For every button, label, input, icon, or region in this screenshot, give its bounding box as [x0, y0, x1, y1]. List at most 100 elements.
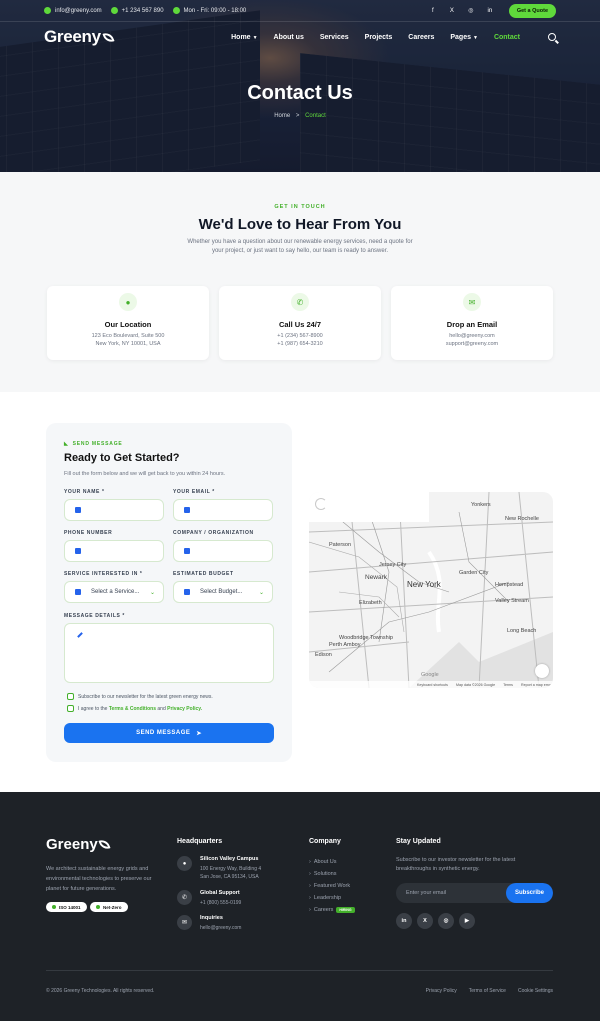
- breadcrumb-home[interactable]: Home: [274, 113, 290, 119]
- google-logo: Google: [421, 672, 439, 678]
- terms-checkbox[interactable]: [67, 705, 74, 712]
- location-pin-icon: ●: [119, 293, 137, 311]
- form-lead: Fill out the form below and we will get …: [64, 471, 226, 477]
- email-label: YOUR EMAIL *: [173, 489, 215, 495]
- contact-form: ◣ SEND MESSAGE Ready to Get Started? Fill…: [46, 423, 292, 762]
- footer-link-leadership[interactable]: › Leadership: [309, 892, 355, 904]
- x-twitter-icon[interactable]: X: [417, 913, 433, 929]
- stay-updated-heading: Stay Updated: [396, 838, 441, 845]
- chevron-right-icon: ›: [309, 895, 311, 901]
- chevron-right-icon: ›: [309, 883, 311, 889]
- message-textarea[interactable]: [64, 623, 274, 683]
- contact-info-section: GET IN TOUCH We'd Love to Hear From You …: [0, 172, 600, 392]
- terms-link[interactable]: Terms: [503, 683, 513, 687]
- nav-item-home[interactable]: Home ▼: [231, 34, 257, 41]
- user-icon: [75, 507, 81, 513]
- location-map[interactable]: Yonkers New Rochelle Paterson Newark New…: [309, 492, 553, 688]
- newsletter-description: Subscribe to our investor newsletter for…: [396, 857, 516, 872]
- map-label: Woodbridge Township: [339, 635, 393, 641]
- newsletter-checkbox[interactable]: [67, 693, 74, 700]
- cookie-settings-link[interactable]: Cookie Settings: [518, 988, 553, 994]
- top-bar: info@greeny.com +1 234 567 890 Mon - Fri…: [0, 0, 600, 22]
- building-icon: [184, 548, 190, 554]
- company-label: COMPANY / ORGANIZATION: [173, 530, 254, 536]
- chevron-right-icon: ›: [309, 859, 311, 865]
- breadcrumb-separator: >: [295, 113, 300, 119]
- service-select[interactable]: Select a Service... ⌄: [64, 581, 164, 603]
- map-recenter-button[interactable]: [535, 664, 549, 678]
- newsletter-email-input[interactable]: Enter your email: [396, 883, 506, 903]
- name-input[interactable]: [64, 499, 164, 521]
- card-lines: +1 (234) 567-8900 +1 (987) 654-3210: [277, 333, 323, 347]
- newsletter-checkbox-row[interactable]: Subscribe to our newsletter for the late…: [67, 693, 213, 700]
- name-label: YOUR NAME *: [64, 489, 105, 495]
- copyright: © 2026 Greeny Technologies. All rights r…: [46, 988, 155, 994]
- map-label: New York: [407, 580, 441, 589]
- phone-icon: [75, 548, 81, 554]
- youtube-icon[interactable]: ▶: [459, 913, 475, 929]
- topbar-hours: Mon - Fri: 09:00 - 18:00: [172, 7, 246, 14]
- footer-socials: in X ◎ ▶: [396, 913, 475, 929]
- leaf-icon: [98, 837, 111, 852]
- report-error-link[interactable]: Report a map error: [521, 683, 551, 687]
- privacy-policy-link[interactable]: Privacy Policy: [426, 988, 457, 994]
- get-quote-button[interactable]: Get a Quote: [508, 3, 556, 18]
- map-label: Elizabeth: [359, 600, 382, 606]
- pen-icon: [77, 632, 83, 638]
- hero-banner: info@greeny.com +1 234 567 890 Mon - Fri…: [0, 0, 600, 172]
- map-label: New Rochelle: [505, 516, 539, 522]
- chevron-right-icon: ›: [309, 871, 311, 877]
- leaf-icon: [102, 30, 115, 44]
- map-label: Valley Stream: [495, 598, 529, 604]
- budget-icon: [184, 589, 190, 595]
- nav-item-contact[interactable]: Contact: [494, 34, 520, 41]
- email-input[interactable]: [173, 499, 273, 521]
- instagram-icon[interactable]: ◎: [438, 913, 454, 929]
- subscribe-button[interactable]: Subscribe: [506, 883, 553, 903]
- site-footer: Greeny We architect sustainable energy g…: [0, 792, 600, 1021]
- instagram-icon[interactable]: ◎: [467, 7, 475, 14]
- map-label: Hempstead: [495, 582, 524, 588]
- linkedin-icon[interactable]: in: [486, 8, 494, 14]
- chevron-down-icon: ⌄: [258, 589, 264, 596]
- search-icon[interactable]: [548, 33, 556, 41]
- email-icon: ✉: [177, 915, 192, 930]
- footer-link-featured[interactable]: › Featured Work: [309, 880, 355, 892]
- paper-plane-icon: ➤: [196, 730, 202, 737]
- mail-icon: [44, 7, 51, 14]
- site-logo[interactable]: Greeny: [44, 27, 115, 47]
- topbar-phone[interactable]: +1 234 567 890: [110, 7, 164, 14]
- footer-link-solutions[interactable]: › Solutions: [309, 868, 355, 880]
- topbar-email[interactable]: info@greeny.com: [44, 7, 102, 14]
- send-icon: ◣: [64, 441, 69, 447]
- footer-link-careers[interactable]: › Careers HIRING: [309, 904, 355, 916]
- nav-item-projects[interactable]: Projects: [365, 34, 393, 41]
- facebook-icon[interactable]: f: [429, 8, 437, 14]
- location-pin-icon: ●: [177, 856, 192, 871]
- newsletter-form: Enter your email Subscribe: [396, 883, 553, 903]
- nav-item-about[interactable]: About us: [274, 34, 304, 41]
- terms-of-service-link[interactable]: Terms of Service: [469, 988, 506, 994]
- service-label: SERVICE INTERESTED IN *: [64, 571, 143, 577]
- terms-link[interactable]: Terms & Conditions: [109, 706, 156, 712]
- privacy-link[interactable]: Privacy Policy.: [167, 706, 202, 712]
- nav-item-pages[interactable]: Pages ▼: [450, 34, 478, 41]
- map-label: Paterson: [329, 542, 352, 548]
- linkedin-icon[interactable]: in: [396, 913, 412, 929]
- card-lines: 123 Eco Boulevard, Suite 500 New York, NY…: [91, 333, 165, 347]
- footer-link-about[interactable]: › About Us: [309, 856, 355, 868]
- company-links: › About Us › Solutions › Featured Work › Lea…: [309, 856, 355, 916]
- x-twitter-icon[interactable]: X: [448, 8, 456, 14]
- footer-logo[interactable]: Greeny: [46, 836, 111, 853]
- keyboard-shortcuts-link[interactable]: Keyboard shortcuts: [417, 683, 448, 687]
- card-lines: hello@greeny.com support@greeny.com: [445, 333, 499, 347]
- nav-item-services[interactable]: Services: [320, 34, 349, 41]
- nav-item-careers[interactable]: Careers: [408, 34, 434, 41]
- caret-down-icon: ▼: [252, 34, 258, 41]
- phone-input[interactable]: [64, 540, 164, 562]
- legal-links: Privacy Policy Terms of Service Cookie S…: [426, 988, 553, 994]
- send-message-button[interactable]: SEND MESSAGE ➤: [64, 723, 274, 743]
- company-input[interactable]: [173, 540, 273, 562]
- budget-select[interactable]: Select Budget... ⌄: [173, 581, 273, 603]
- terms-checkbox-row[interactable]: I agree to the Terms & Conditions and Pr…: [67, 705, 202, 712]
